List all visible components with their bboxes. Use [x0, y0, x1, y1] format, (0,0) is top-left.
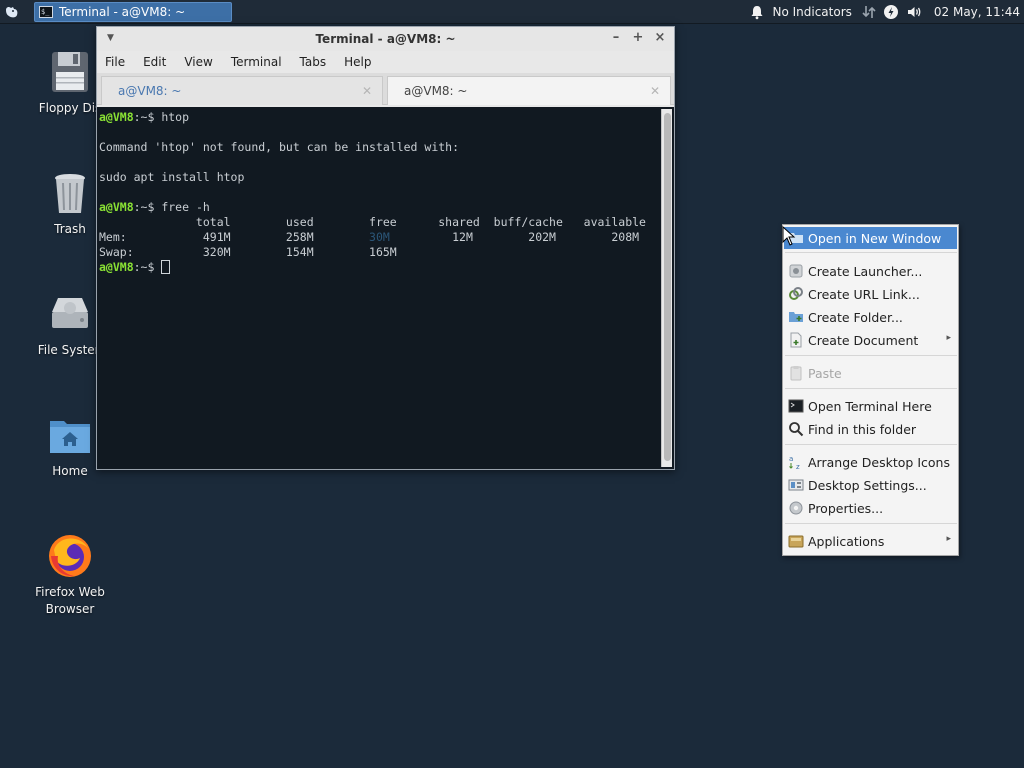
launcher-icon: [789, 264, 803, 278]
desktop-icon-firefox-label2: Browser: [45, 602, 95, 616]
menu-edit[interactable]: Edit: [143, 55, 174, 69]
close-icon[interactable]: ×: [654, 30, 666, 45]
menu-tabs[interactable]: Tabs: [300, 55, 335, 69]
tab-2[interactable]: a@VM8: ~ ✕: [387, 76, 671, 105]
submenu-arrow-icon: ▸: [946, 534, 951, 544]
tab-close-icon[interactable]: ✕: [650, 84, 660, 98]
terminal-window[interactable]: ▼ Terminal - a@VM8: ~ – + × File Edit Vi…: [96, 26, 675, 470]
terminal-titlebar[interactable]: ▼ Terminal - a@VM8: ~ – + ×: [97, 27, 674, 51]
menu-item-open-new-window[interactable]: Open in New Window: [784, 227, 957, 249]
terminal-icon: $_: [39, 6, 53, 18]
maximize-icon[interactable]: +: [632, 30, 644, 45]
menu-separator: [785, 252, 957, 253]
gear-icon: [789, 501, 803, 515]
svg-text:z: z: [796, 463, 800, 470]
menu-item-arrange-icons[interactable]: az Arrange Desktop Icons: [784, 451, 957, 473]
power-icon[interactable]: [880, 0, 902, 24]
applications-icon: [788, 535, 804, 548]
notification-bell-icon[interactable]: [746, 0, 768, 24]
whisker-menu-button[interactable]: [0, 0, 24, 24]
menu-separator: [785, 388, 957, 389]
firefox-icon: [46, 532, 94, 580]
trash-icon: [46, 169, 94, 217]
menu-item-paste[interactable]: Paste: [784, 362, 957, 384]
menu-help[interactable]: Help: [344, 55, 379, 69]
desktop-settings-icon: [788, 479, 804, 491]
volume-icon[interactable]: [902, 0, 926, 24]
menu-item-desktop-settings[interactable]: Desktop Settings...: [784, 474, 957, 496]
mouse-pointer-icon: [782, 226, 796, 246]
hard-drive-icon: [46, 290, 94, 338]
menu-terminal[interactable]: Terminal: [231, 55, 290, 69]
terminal-menubar: File Edit View Terminal Tabs Help: [97, 51, 674, 73]
menu-item-create-folder[interactable]: Create Folder...: [784, 306, 957, 328]
home-folder-icon: [46, 411, 94, 459]
menu-item-create-launcher[interactable]: Create Launcher...: [784, 260, 957, 282]
menu-item-applications[interactable]: Applications ▸: [784, 530, 957, 552]
submenu-arrow-icon: ▸: [946, 333, 951, 343]
search-icon: [789, 422, 804, 437]
tab-close-icon[interactable]: ✕: [362, 84, 372, 98]
tab-1[interactable]: a@VM8: ~ ✕: [101, 76, 383, 105]
svg-text:a: a: [789, 455, 793, 463]
terminal-cursor: [161, 260, 171, 274]
taskbar-terminal-button[interactable]: $_ Terminal - a@VM8: ~: [34, 2, 232, 22]
network-icon[interactable]: [858, 0, 880, 24]
tab-1-label: a@VM8: ~: [118, 84, 182, 98]
terminal-window-title: Terminal - a@VM8: ~: [315, 32, 456, 46]
menu-item-create-document[interactable]: Create Document ▸: [784, 329, 957, 351]
desktop-context-menu: Open in New Window Create Launcher... Cr…: [782, 224, 959, 556]
terminal-icon: [788, 399, 804, 413]
menu-item-properties[interactable]: Properties...: [784, 497, 957, 519]
taskbar-terminal-label: Terminal - a@VM8: ~: [59, 5, 186, 19]
menu-view[interactable]: View: [184, 55, 220, 69]
terminal-scrollbar[interactable]: [661, 109, 672, 467]
menu-item-find-in-folder[interactable]: Find in this folder: [784, 418, 957, 440]
terminal-tabbar: a@VM8: ~ ✕ a@VM8: ~ ✕: [97, 73, 674, 105]
terminal-text: a@VM8:~$ htop Command 'htop' not found, …: [99, 110, 646, 274]
scrollbar-thumb[interactable]: [664, 113, 671, 461]
floppy-disk-icon: [46, 48, 94, 96]
new-document-icon: [790, 332, 802, 348]
paste-icon: [790, 366, 802, 381]
menu-item-create-url-link[interactable]: Create URL Link...: [784, 283, 957, 305]
clock[interactable]: 02 May, 11:44: [926, 0, 1024, 24]
link-icon: [789, 287, 803, 300]
menu-file[interactable]: File: [105, 55, 133, 69]
sort-icon: az: [789, 455, 800, 470]
indicator-area: No Indicators 02 May, 11:44: [746, 0, 1024, 24]
terminal-output-area[interactable]: a@VM8:~$ htop Command 'htop' not found, …: [97, 107, 674, 469]
desktop-icon-firefox[interactable]: Firefox Web Browser: [32, 532, 108, 618]
minimize-icon[interactable]: –: [610, 30, 622, 45]
tab-2-label: a@VM8: ~: [404, 84, 468, 98]
menu-separator: [785, 523, 957, 524]
menu-separator: [785, 355, 957, 356]
top-panel: $_ Terminal - a@VM8: ~ No Indicators 02 …: [0, 0, 1024, 24]
window-menu-icon[interactable]: ▼: [107, 33, 114, 43]
xfce-mouse-icon: [6, 6, 18, 17]
no-indicators-label[interactable]: No Indicators: [768, 0, 857, 24]
new-folder-icon: [789, 312, 803, 322]
desktop-icon-firefox-label: Firefox Web: [35, 585, 105, 599]
menu-separator: [785, 444, 957, 445]
menu-item-open-terminal-here[interactable]: Open Terminal Here: [784, 395, 957, 417]
